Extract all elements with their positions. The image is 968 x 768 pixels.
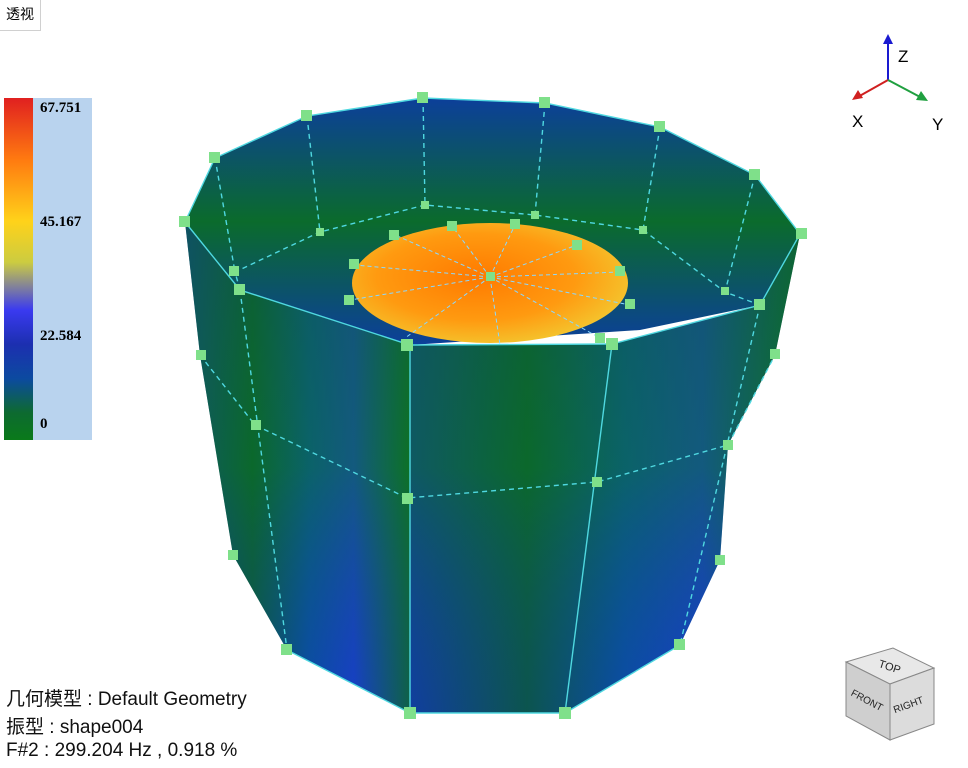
legend-color-bar: [4, 98, 33, 440]
y-axis-label: Y: [932, 115, 943, 134]
legend-min-label: 0: [40, 416, 48, 432]
model-viewport[interactable]: [0, 0, 968, 768]
mode-shape-info: 振型 : shape004: [6, 717, 144, 738]
y-axis-icon: [887, 79, 923, 99]
legend-mid-high-label: 45.167: [40, 214, 82, 230]
frequency-info: F#2 : 299.204 Hz , 0.918 %: [6, 740, 238, 761]
axis-triad: Z X Y: [852, 34, 943, 134]
x-axis-label: X: [852, 112, 863, 131]
view-cube[interactable]: TOP FRONT RIGHT: [838, 640, 948, 750]
legend-max-label: 67.751: [40, 100, 82, 116]
geometry-info: 几何模型 : Default Geometry: [6, 689, 247, 710]
top-disk: [352, 223, 628, 343]
legend-mid-low-label: 22.584: [40, 328, 82, 344]
z-axis-label: Z: [898, 47, 908, 66]
color-legend: 67.751 45.167 22.584 0: [4, 98, 92, 440]
